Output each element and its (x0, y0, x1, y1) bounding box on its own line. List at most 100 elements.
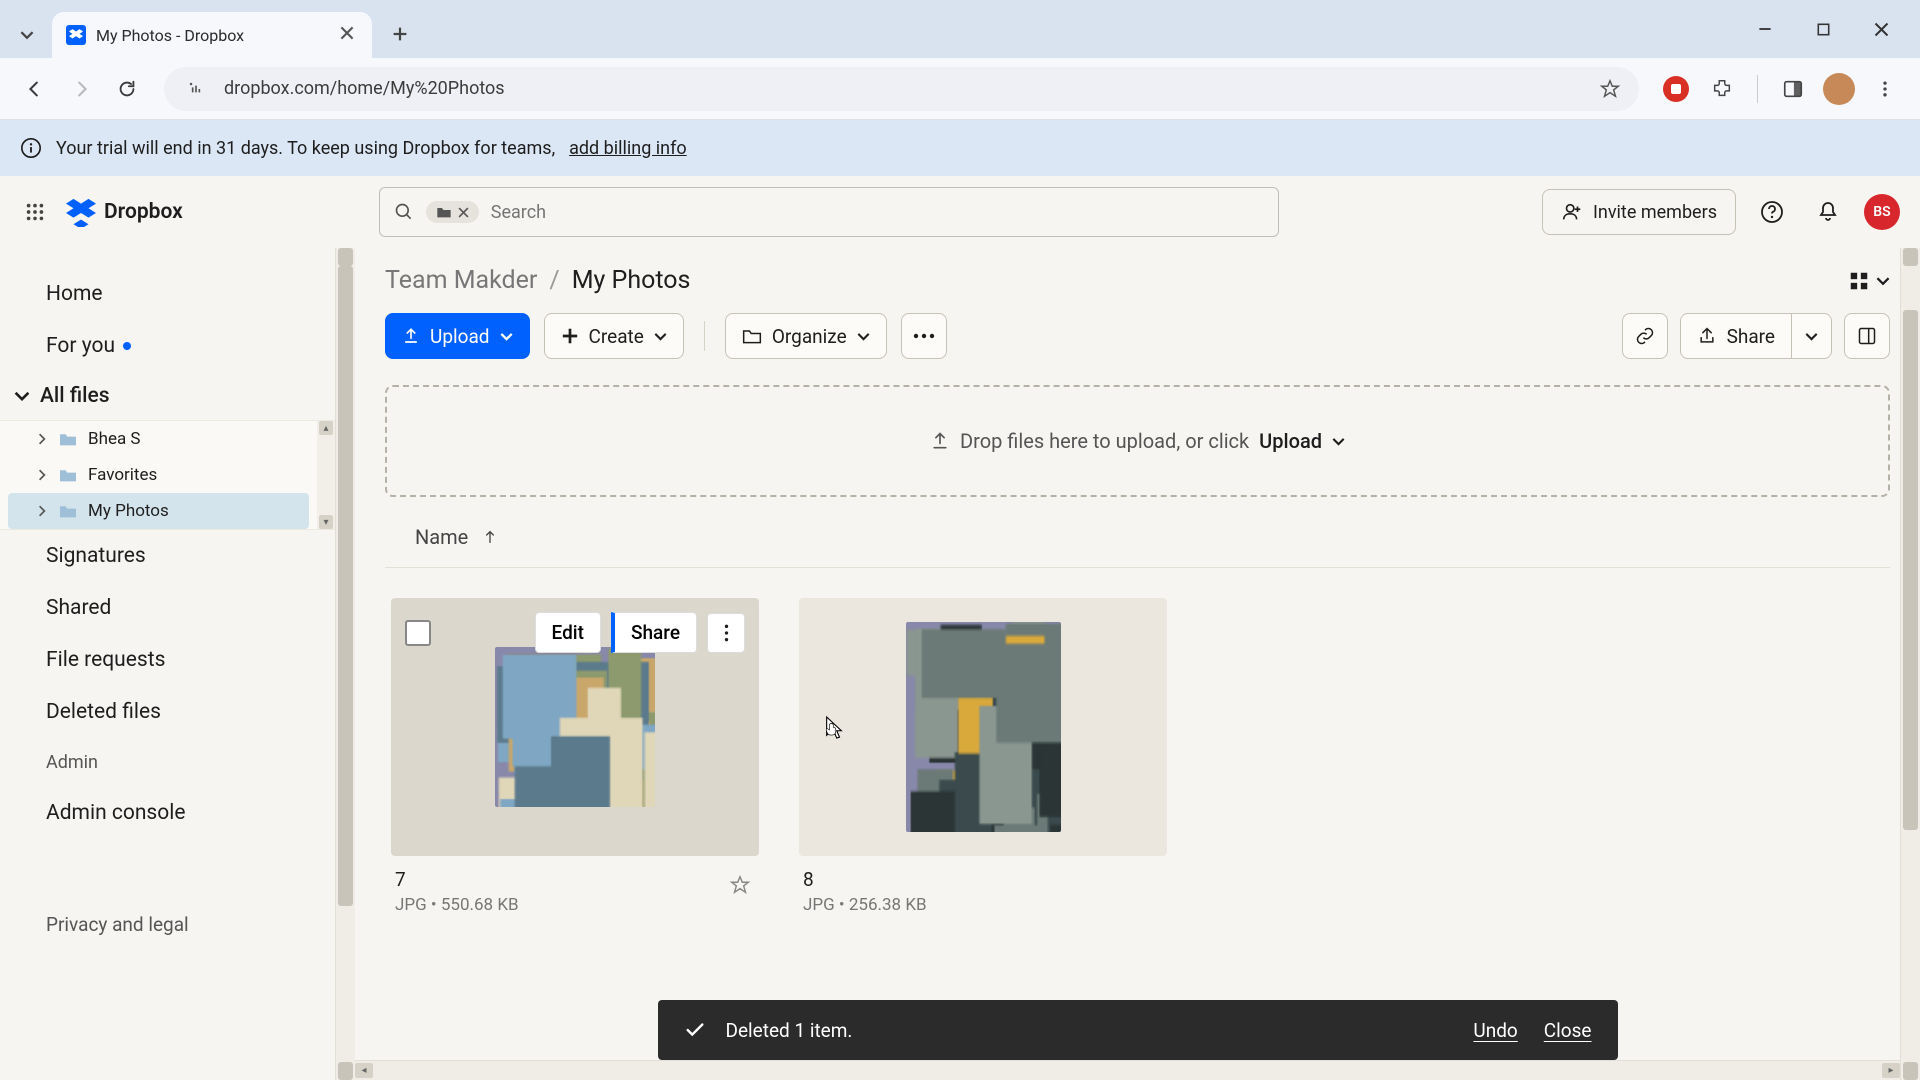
notifications-icon[interactable] (1808, 192, 1848, 232)
dropbox-logo[interactable]: Dropbox (66, 197, 183, 227)
maximize-button[interactable] (1794, 10, 1852, 48)
share-button[interactable]: Share (1680, 313, 1792, 359)
search-folder-chip[interactable] (426, 201, 479, 223)
column-header-name[interactable]: Name (385, 525, 1890, 568)
details-panel-button[interactable] (1844, 313, 1890, 359)
link-icon (1635, 326, 1655, 346)
sidebar-section-admin: Admin (0, 738, 335, 787)
file-name[interactable]: 8 (803, 868, 1163, 891)
dropzone-text: Drop files here to upload, or click (960, 429, 1249, 453)
sidebar-scrollbar[interactable] (335, 248, 355, 1080)
new-tab-button[interactable] (380, 14, 420, 54)
toast-close-button[interactable]: Close (1544, 1019, 1592, 1042)
tree-scrollbar[interactable]: ▴ ▾ (317, 421, 335, 529)
scroll-right-arrow-icon[interactable]: ▸ (1882, 1063, 1900, 1078)
scrollbar-thumb[interactable] (1903, 310, 1918, 830)
dropzone[interactable]: Drop files here to upload, or click Uplo… (385, 385, 1890, 497)
tab-close-icon[interactable] (340, 26, 358, 44)
scroll-up-arrow-icon[interactable]: ▴ (319, 421, 333, 435)
file-info: JPG • 550.68 KB (395, 895, 755, 915)
upload-button[interactable]: Upload (385, 313, 530, 359)
scroll-down-arrow-icon[interactable] (338, 1062, 353, 1080)
forward-button[interactable] (64, 72, 98, 106)
select-checkbox[interactable] (405, 620, 431, 646)
scroll-up-arrow-icon[interactable] (338, 248, 353, 266)
share-dropdown-button[interactable] (1792, 313, 1832, 359)
chevron-down-icon (14, 388, 30, 404)
search-box[interactable] (379, 187, 1279, 237)
undo-button[interactable]: Undo (1473, 1019, 1517, 1042)
star-button[interactable] (729, 874, 751, 896)
create-button[interactable]: Create (544, 313, 684, 359)
tab-search-dropdown[interactable] (12, 20, 42, 50)
app-header: Dropbox Invite members BS (0, 176, 1920, 248)
scroll-left-arrow-icon[interactable]: ◂ (355, 1063, 373, 1078)
main-scrollbar[interactable] (1900, 248, 1920, 1080)
invite-members-button[interactable]: Invite members (1542, 189, 1736, 235)
file-card[interactable]: 8 JPG • 256.38 KB (799, 598, 1167, 927)
edit-button[interactable]: Edit (535, 612, 601, 653)
thumbnail-image (495, 647, 655, 807)
side-panel-icon[interactable] (1776, 72, 1810, 106)
chevron-down-icon (1332, 435, 1345, 448)
app-launcher-icon[interactable] (20, 197, 50, 227)
file-name[interactable]: 7 (395, 868, 755, 891)
share-button-group: Share (1680, 313, 1832, 359)
sidebar-item-signatures[interactable]: Signatures (0, 530, 335, 582)
dropzone-upload-link[interactable]: Upload (1259, 429, 1322, 453)
chrome-menu-icon[interactable] (1868, 72, 1902, 106)
sidebar-item-file-requests[interactable]: File requests (0, 634, 335, 686)
info-icon (20, 137, 42, 159)
extensions-icon[interactable] (1705, 72, 1739, 106)
horizontal-scrollbar[interactable]: ◂ ▸ (355, 1060, 1900, 1080)
user-avatar[interactable]: BS (1864, 194, 1900, 230)
plus-icon (561, 327, 579, 345)
scroll-up-arrow-icon[interactable] (1903, 248, 1918, 266)
folder-icon (58, 431, 78, 447)
back-button[interactable] (18, 72, 52, 106)
view-toggle[interactable] (1848, 270, 1890, 292)
ellipsis-icon (912, 333, 936, 339)
more-button[interactable] (707, 613, 745, 653)
more-actions-button[interactable] (901, 313, 947, 359)
scroll-down-arrow-icon[interactable]: ▾ (319, 515, 333, 529)
hover-controls: Edit Share (405, 612, 745, 653)
search-input[interactable] (491, 202, 1264, 223)
sidebar-item-for-you[interactable]: For you (0, 320, 335, 372)
sidebar-item-admin-console[interactable]: Admin console (0, 787, 335, 839)
add-billing-link[interactable]: add billing info (569, 138, 687, 159)
scrollbar-thumb[interactable] (338, 266, 353, 906)
copy-link-button[interactable] (1622, 313, 1668, 359)
file-thumbnail[interactable] (799, 598, 1167, 856)
browser-tab[interactable]: My Photos - Dropbox (52, 12, 372, 58)
close-window-button[interactable] (1852, 10, 1910, 48)
sidebar-item-shared[interactable]: Shared (0, 582, 335, 634)
extension-red-icon[interactable] (1659, 72, 1693, 106)
sidebar-item-privacy[interactable]: Privacy and legal (0, 899, 335, 950)
bookmark-star-icon[interactable] (1599, 78, 1621, 100)
address-bar[interactable]: dropbox.com/home/My%20Photos (164, 67, 1639, 111)
reload-button[interactable] (110, 72, 144, 106)
share-icon (1697, 326, 1717, 346)
breadcrumb-parent[interactable]: Team Makder (385, 266, 537, 295)
sidebar-item-deleted-files[interactable]: Deleted files (0, 686, 335, 738)
tree-item-favorites[interactable]: Favorites (8, 457, 309, 493)
tree-item-my-photos[interactable]: My Photos (8, 493, 309, 529)
organize-button[interactable]: Organize (725, 313, 887, 359)
file-grid: Edit Share 7 JPG • 550.68 KB (385, 598, 1890, 927)
window-controls (1736, 10, 1910, 48)
tree-item-bhea-s[interactable]: Bhea S (8, 421, 309, 457)
sidebar-item-home[interactable]: Home (0, 268, 335, 320)
sidebar-item-all-files[interactable]: All files (0, 372, 335, 420)
main-content: Team Makder / My Photos Upload Create (355, 248, 1920, 1080)
minimize-button[interactable] (1736, 10, 1794, 48)
scroll-down-arrow-icon[interactable] (1903, 1062, 1918, 1080)
profile-avatar[interactable] (1822, 72, 1856, 106)
chip-close-icon[interactable] (458, 207, 469, 218)
file-card[interactable]: Edit Share 7 JPG • 550.68 KB (391, 598, 759, 927)
share-button[interactable]: Share (611, 612, 697, 653)
help-icon[interactable] (1752, 192, 1792, 232)
site-info-icon[interactable] (182, 75, 210, 103)
sidebar: Home For you All files Bhea S Favorites (0, 248, 355, 1080)
file-thumbnail[interactable]: Edit Share (391, 598, 759, 856)
